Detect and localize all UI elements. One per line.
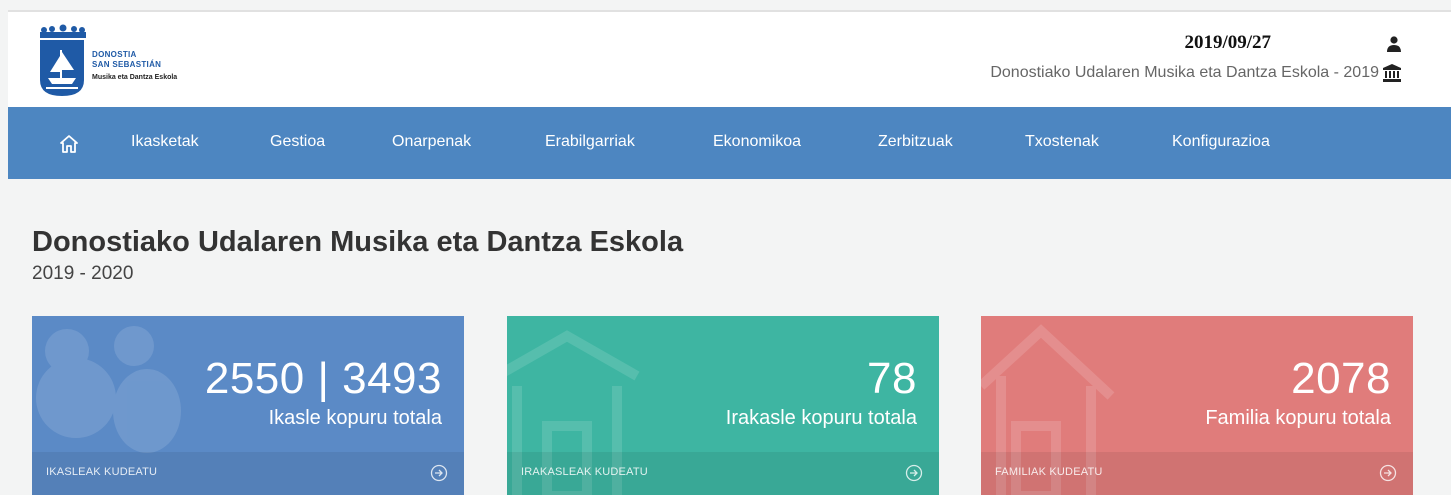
families-card: 2078 Familia kopuru totala FAMILIAK KUDE… bbox=[981, 316, 1413, 495]
circle-arrow-right-icon[interactable] bbox=[905, 464, 923, 482]
manage-teachers-link[interactable]: IRAKASLEAK KUDEATU bbox=[521, 466, 648, 478]
families-card-footer[interactable]: FAMILIAK KUDEATU bbox=[981, 452, 1413, 495]
students-count: 2550 | 3493 bbox=[204, 354, 442, 403]
page-subtitle: 2019 - 2020 bbox=[32, 263, 134, 284]
students-card-footer[interactable]: IKASLEAK KUDEATU bbox=[32, 452, 464, 495]
teachers-card-footer[interactable]: IRAKASLEAK KUDEATU bbox=[507, 452, 939, 495]
logo[interactable]: DONOSTIA SAN SEBASTIÁN Musika eta Dantza… bbox=[38, 24, 238, 104]
manage-families-link[interactable]: FAMILIAK KUDEATU bbox=[995, 466, 1103, 478]
nav-item-ekonomikoa[interactable]: Ekonomikoa bbox=[713, 133, 801, 151]
school-year-label: Donostiako Udalaren Musika eta Dantza Es… bbox=[990, 64, 1379, 81]
families-count: 2078 bbox=[1291, 354, 1391, 403]
user-icon[interactable] bbox=[1387, 36, 1401, 52]
logo-line-2: SAN SEBASTIÁN bbox=[92, 60, 162, 69]
header: DONOSTIA SAN SEBASTIÁN Musika eta Dantza… bbox=[8, 12, 1451, 107]
teachers-count-label: Irakasle kopuru totala bbox=[725, 407, 917, 429]
families-count-label: Familia kopuru totala bbox=[1205, 407, 1391, 429]
nav-item-gestioa[interactable]: Gestioa bbox=[270, 133, 325, 151]
circle-arrow-right-icon[interactable] bbox=[430, 464, 448, 482]
main-navbar: Ikasketak Gestioa Onarpenak Erabilgarria… bbox=[8, 107, 1451, 179]
nav-item-zerbitzuak[interactable]: Zerbitzuak bbox=[878, 133, 953, 151]
page-title: Donostiako Udalaren Musika eta Dantza Es… bbox=[32, 226, 684, 258]
teachers-card: 78 Irakasle kopuru totala IRAKASLEAK KUD… bbox=[507, 316, 939, 495]
circle-arrow-right-icon[interactable] bbox=[1379, 464, 1397, 482]
nav-item-erabilgarriak[interactable]: Erabilgarriak bbox=[545, 133, 635, 151]
nav-item-txostenak[interactable]: Txostenak bbox=[1025, 133, 1099, 151]
logo-line-3: Musika eta Dantza Eskola bbox=[92, 74, 178, 81]
crown-icon bbox=[40, 24, 86, 38]
students-count-label: Ikasle kopuru totala bbox=[268, 407, 442, 429]
nav-item-onarpenak[interactable]: Onarpenak bbox=[392, 133, 471, 151]
manage-students-link[interactable]: IKASLEAK KUDEATU bbox=[46, 466, 157, 478]
logo-line-1: DONOSTIA bbox=[92, 50, 137, 59]
page: DONOSTIA SAN SEBASTIÁN Musika eta Dantza… bbox=[0, 0, 1451, 495]
shield-icon bbox=[40, 40, 84, 96]
current-date: 2019/09/27 bbox=[1184, 32, 1271, 53]
nav-item-konfigurazioa[interactable]: Konfigurazioa bbox=[1172, 133, 1270, 151]
students-card: 2550 | 3493 Ikasle kopuru totala IKASLEA… bbox=[32, 316, 464, 495]
nav-item-ikasketak[interactable]: Ikasketak bbox=[131, 133, 199, 151]
teachers-count: 78 bbox=[867, 354, 917, 403]
home-icon[interactable] bbox=[60, 135, 78, 153]
bank-icon[interactable] bbox=[1383, 64, 1401, 82]
